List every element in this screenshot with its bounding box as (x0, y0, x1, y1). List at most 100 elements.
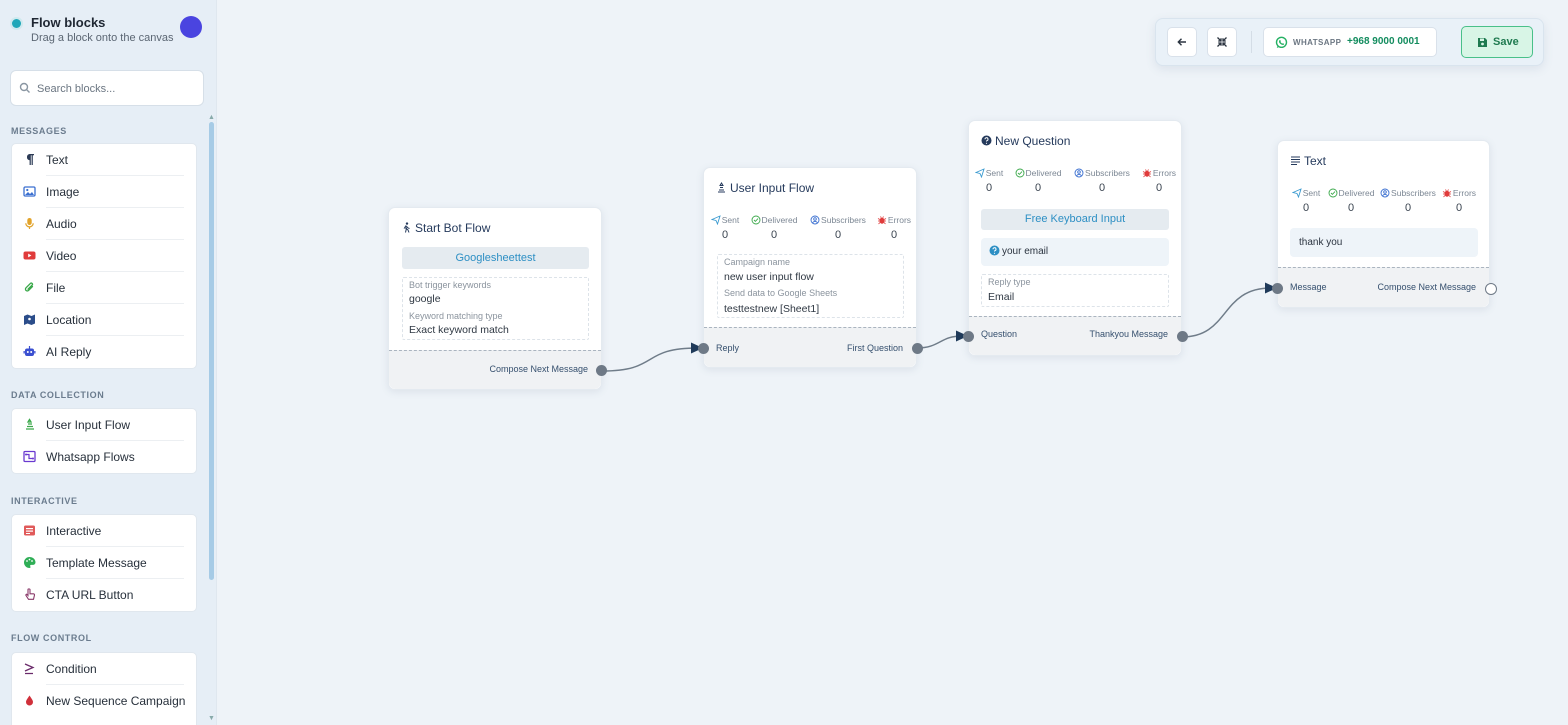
block-item-user-input-flow[interactable]: User Input Flow (12, 409, 196, 441)
node-new-question[interactable]: New Question Sent 0 Delivered 0 Subscrib… (968, 120, 1182, 356)
input-port-handle[interactable] (1272, 283, 1283, 294)
scroll-up-icon[interactable]: ▲ (208, 114, 215, 121)
user-input-fields: Campaign name new user input flow Send d… (717, 254, 904, 318)
node-title: User Input Flow (716, 181, 814, 195)
edge-question-to-text[interactable] (1181, 287, 1272, 338)
check-circle-icon (1328, 188, 1337, 198)
campaign-label: Campaign name (724, 257, 791, 267)
node-title-text: New Question (995, 134, 1071, 148)
check-circle-icon (1015, 168, 1024, 178)
stat-value: 0 (985, 182, 993, 194)
node-start-bot-flow[interactable]: Start Bot Flow Googlesheettest Bot trigg… (388, 207, 602, 390)
check-circle-icon (751, 215, 760, 225)
compress-icon (1217, 37, 1227, 47)
node-text[interactable]: Text Sent 0 Delivered 0 Subscribers 0 Er… (1277, 140, 1490, 308)
campaign-value: new user input flow (724, 271, 814, 283)
node-title: Start Bot Flow (401, 221, 490, 235)
input-port-handle[interactable] (698, 343, 709, 354)
search-icon (19, 82, 30, 93)
block-item-file[interactable]: File (12, 272, 196, 304)
stat-label: Sent (721, 215, 740, 225)
block-item-audio[interactable]: Audio (12, 208, 196, 240)
user-circle-icon (1074, 168, 1084, 178)
message-text: thank you (1299, 237, 1343, 248)
stat-value: 0 (1302, 202, 1310, 214)
sidebar-scrollbar[interactable]: ▲ ▼ (208, 114, 215, 724)
messages-block-list: Text Image Audio Video File Location AI … (11, 143, 197, 369)
output-port-handle[interactable] (596, 365, 607, 376)
node-title-text: User Input Flow (730, 181, 815, 195)
stat-sent: Sent 0 (1290, 188, 1322, 214)
status-dot-icon (12, 19, 21, 28)
input-port-handle[interactable] (963, 331, 974, 342)
node-footer: Message Compose Next Message (1278, 267, 1489, 307)
node-footer: Question Thankyou Message (969, 316, 1181, 355)
match-type-value: Exact keyword match (409, 324, 509, 336)
search-box (10, 70, 204, 106)
interactive-block-list: Interactive Template Message CTA URL But… (11, 514, 197, 612)
node-user-input-flow[interactable]: User Input Flow Sent 0 Delivered 0 Subsc… (703, 167, 917, 368)
block-label: User Input Flow (46, 418, 131, 432)
edge-start-to-user-input[interactable] (601, 347, 699, 372)
block-label: Audio (46, 217, 77, 231)
delivery-stats: Sent 0 Delivered 0 Subscribers 0 Errors … (704, 215, 916, 249)
palette-icon (24, 557, 36, 568)
stat-delivered: Delivered 0 (748, 215, 800, 241)
phone-number: +968 9000 0001 (1347, 36, 1420, 47)
bug-icon (877, 216, 887, 225)
output-port-handle[interactable] (1485, 283, 1497, 295)
paper-plane-icon (974, 168, 985, 179)
stat-delivered: Delivered 0 (1012, 168, 1064, 194)
block-item-cta-url-button[interactable]: CTA URL Button (12, 579, 196, 611)
align-lines-icon (1291, 156, 1300, 166)
block-item-new-sequence-campaign[interactable]: New Sequence Campaign (12, 685, 196, 717)
output-port-handle[interactable] (1177, 331, 1188, 342)
block-item-location[interactable]: Location (12, 304, 196, 336)
floppy-disk-icon (1478, 38, 1487, 47)
sheets-value: testtestnew [Sheet1] (724, 303, 820, 315)
scrollbar-thumb[interactable] (209, 122, 214, 580)
section-label-messages: MESSAGES (11, 126, 67, 136)
block-item-ai-reply[interactable]: AI Reply (12, 336, 196, 368)
back-button[interactable] (1167, 27, 1197, 57)
text-message: thank you (1290, 228, 1478, 257)
block-item-whatsapp-flows[interactable]: Whatsapp Flows (12, 441, 196, 473)
bug-icon (1142, 169, 1152, 178)
block-item-text[interactable]: Text (12, 144, 196, 176)
trigger-fields: Bot trigger keywords google Keyword matc… (402, 277, 589, 340)
edge-user-input-to-question[interactable] (916, 335, 963, 349)
node-title-text: Text (1304, 154, 1327, 168)
whatsapp-number-badge: WHATSAPP +968 9000 0001 (1263, 27, 1437, 57)
form-icon (718, 182, 725, 193)
delivery-stats: Sent 0 Delivered 0 Subscribers 0 Errors … (969, 168, 1181, 202)
blocks-sidebar: Flow blocks Drag a block onto the canvas… (0, 0, 217, 725)
node-title: Text (1290, 154, 1326, 168)
collapse-button[interactable] (1207, 27, 1237, 57)
stat-label: Sent (985, 168, 1004, 178)
output-port-label: Compose Next Message (1377, 282, 1476, 292)
stat-value: 0 (1098, 182, 1106, 194)
reply-type-label: Reply type (988, 277, 1031, 287)
block-item-interactive[interactable]: Interactive (12, 515, 196, 547)
block-item-condition[interactable]: Condition (12, 653, 196, 685)
form-icon (26, 418, 34, 430)
paperclip-icon (24, 282, 34, 292)
block-label: Image (46, 185, 80, 199)
stat-sent: Sent 0 (709, 215, 741, 241)
stat-subscribers: Subscribers 0 (1071, 168, 1133, 194)
block-item-template-message[interactable]: Template Message (12, 547, 196, 579)
block-item-video[interactable]: Video (12, 240, 196, 272)
block-label: New Sequence Campaign (46, 694, 186, 708)
stat-value: 0 (890, 229, 898, 241)
stat-value: 0 (721, 229, 729, 241)
node-title-text: Start Bot Flow (415, 221, 491, 235)
output-port-handle[interactable] (912, 343, 923, 354)
block-label: Text (46, 153, 69, 167)
scroll-down-icon[interactable]: ▼ (208, 715, 215, 722)
block-item-image[interactable]: Image (12, 176, 196, 208)
avatar[interactable] (180, 16, 202, 38)
save-button[interactable]: Save (1461, 26, 1533, 58)
stat-label: Errors (1152, 168, 1177, 178)
stat-label: Sent (1302, 188, 1321, 198)
search-input[interactable] (35, 79, 199, 99)
